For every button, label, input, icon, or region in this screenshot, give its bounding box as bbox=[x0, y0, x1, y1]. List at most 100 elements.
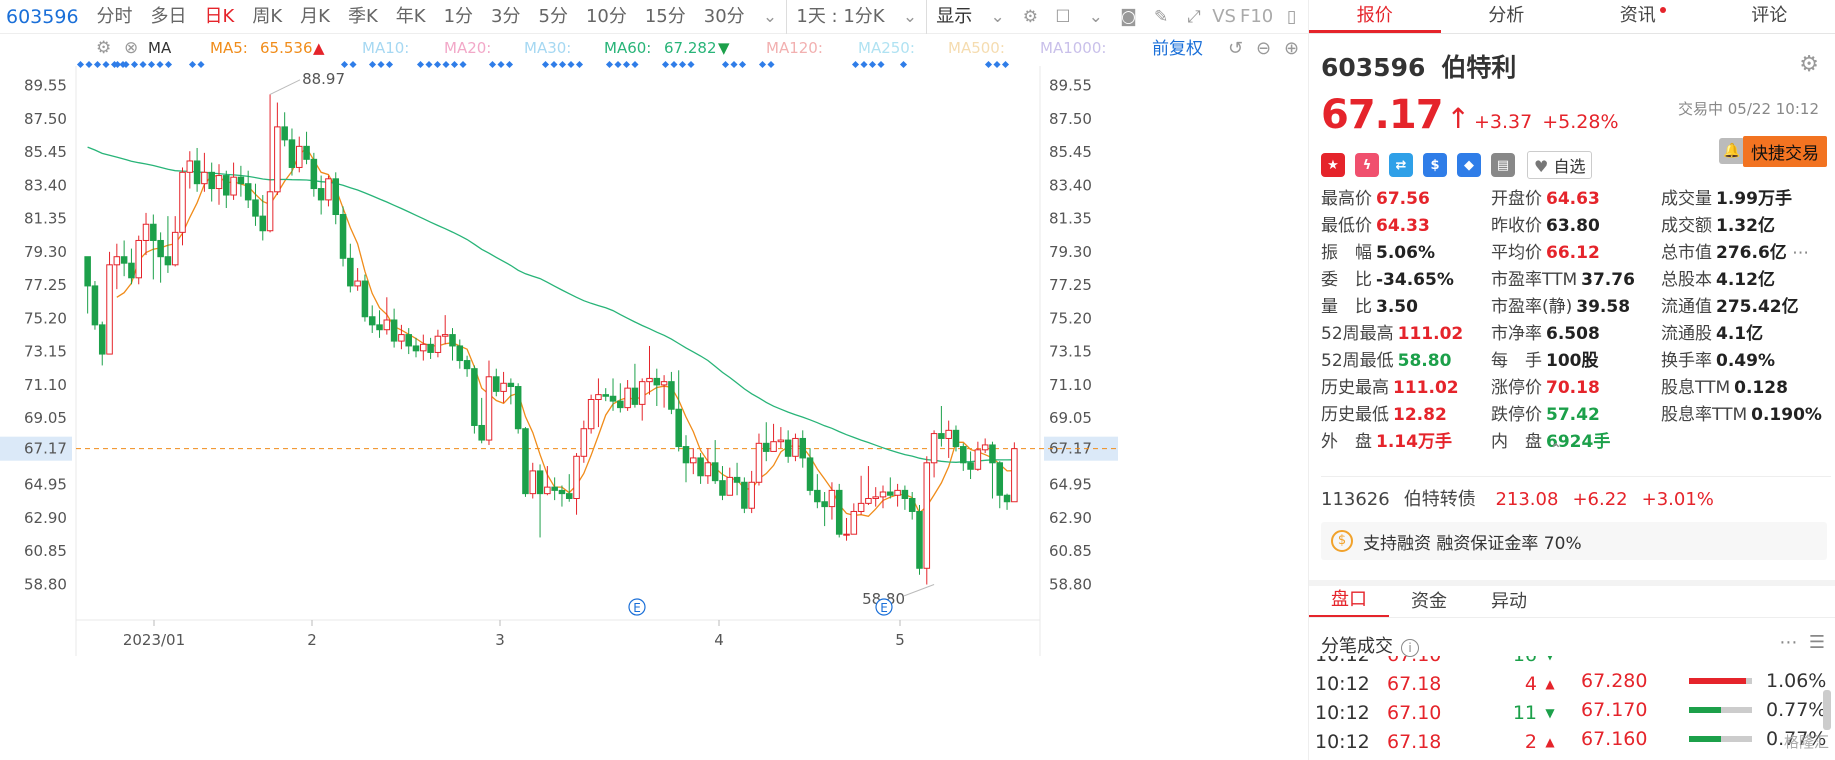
quick-trade-button[interactable]: 快捷交易 bbox=[1743, 136, 1827, 167]
chevron-down-icon[interactable]: ⌄ bbox=[1085, 6, 1106, 28]
signal-dot bbox=[433, 60, 442, 69]
stock-code[interactable]: 603596 bbox=[0, 0, 88, 34]
period-tab[interactable]: 多日 bbox=[142, 0, 196, 34]
tab-3[interactable]: 评论 bbox=[1704, 0, 1835, 33]
stat-key: 开盘价 bbox=[1491, 189, 1542, 209]
signal-dot bbox=[459, 60, 467, 69]
period-tab[interactable]: 季K bbox=[339, 0, 387, 34]
info-icon[interactable]: i bbox=[1401, 639, 1419, 657]
period-tab[interactable]: 日K bbox=[196, 0, 244, 34]
period-tab[interactable]: 30分 bbox=[695, 0, 754, 34]
signal-dot bbox=[877, 60, 885, 69]
candlestick-chart-svg[interactable]: ⚙ ⊗ MA MA5: 65.536 ▲ MA10: MA20: MA30: M… bbox=[0, 36, 1308, 760]
scrollbar[interactable] bbox=[1823, 690, 1831, 730]
signal-dot bbox=[1001, 60, 1010, 69]
chevron-down-icon[interactable]: ⌄ bbox=[760, 6, 781, 28]
period-tab[interactable]: 月K bbox=[291, 0, 339, 34]
stat-value: 67.56 bbox=[1376, 189, 1430, 209]
candle-body bbox=[938, 433, 945, 439]
signal-dot bbox=[661, 60, 670, 69]
tab-2[interactable]: 资讯 bbox=[1572, 0, 1704, 33]
period-tab[interactable]: 1分 bbox=[435, 0, 482, 34]
fq-button[interactable]: 前复权 bbox=[1152, 39, 1203, 59]
price-change-pct: +5.28% bbox=[1542, 111, 1619, 133]
signal-dot bbox=[738, 60, 747, 69]
stat-cell: 最高价 67.56 bbox=[1321, 184, 1491, 211]
down-triangle-icon: ▼ bbox=[1537, 656, 1563, 662]
candle bbox=[894, 483, 901, 507]
candle-body bbox=[843, 533, 850, 536]
candle bbox=[361, 274, 369, 322]
candle bbox=[500, 371, 507, 403]
candle bbox=[201, 152, 208, 192]
stat-cell: 最低价 64.33 bbox=[1321, 211, 1491, 238]
period-tab[interactable]: 年K bbox=[387, 0, 435, 34]
document-icon[interactable]: ▤ bbox=[1491, 153, 1515, 177]
subtab-0[interactable]: 盘口 bbox=[1309, 585, 1389, 617]
display-menu[interactable]: 显示 bbox=[926, 0, 981, 34]
candle-body bbox=[230, 176, 237, 196]
stat-key: 股息TTM bbox=[1661, 378, 1731, 398]
candle-body bbox=[682, 446, 690, 464]
period-tab[interactable]: 10分 bbox=[577, 0, 636, 34]
pencil-icon[interactable]: ✎ bbox=[1151, 6, 1172, 28]
more-icon[interactable]: ⋯ bbox=[1779, 632, 1797, 653]
tag-icon[interactable]: ◆ bbox=[1457, 153, 1481, 177]
fullscreen-icon[interactable]: ⤢ bbox=[1184, 6, 1205, 28]
candle bbox=[551, 477, 558, 501]
timeframe-select[interactable]: 1天 : 1分K bbox=[786, 0, 893, 34]
tab-0[interactable]: 报价 bbox=[1309, 0, 1441, 33]
candle bbox=[587, 394, 595, 434]
convertible-bond-row[interactable]: 113626 伯特转债 213.08 +6.22 +3.01% bbox=[1321, 476, 1831, 511]
china-flag-icon[interactable]: ★ bbox=[1321, 153, 1345, 177]
more-icon[interactable]: ⋯ bbox=[1787, 243, 1809, 263]
chevron-down-icon[interactable]: ⌄ bbox=[900, 6, 921, 28]
subtab-1[interactable]: 资金 bbox=[1389, 587, 1469, 617]
bell-icon[interactable]: 🔔 bbox=[1719, 138, 1745, 164]
kline-chart[interactable]: ⚙ ⊗ MA MA5: 65.536 ▲ MA10: MA20: MA30: M… bbox=[0, 36, 1308, 760]
high-annotation-leader bbox=[269, 79, 301, 95]
period-tab[interactable]: 3分 bbox=[482, 0, 529, 34]
candle-body bbox=[697, 457, 704, 477]
candle-body bbox=[390, 319, 398, 342]
tick-list: 10:1267.1016▼10:1267.184▲10:1267.1011▼10… bbox=[1315, 656, 1570, 760]
panel-toggle-icon[interactable]: ▯ bbox=[1281, 6, 1302, 28]
candle-body bbox=[434, 335, 442, 353]
camera-icon[interactable]: ◙ bbox=[1118, 6, 1139, 28]
candle-body bbox=[762, 442, 770, 452]
candle-body bbox=[456, 345, 464, 362]
tab-1[interactable]: 分析 bbox=[1441, 0, 1573, 33]
shuffle-icon[interactable]: ⇄ bbox=[1389, 153, 1413, 177]
candle bbox=[668, 371, 675, 415]
candle bbox=[879, 485, 887, 509]
ma120-name: MA120: bbox=[766, 39, 823, 57]
lightning-icon[interactable]: ϟ bbox=[1355, 153, 1379, 177]
checkbox-square-icon[interactable]: ☐ bbox=[1053, 6, 1074, 28]
vs-button[interactable]: VS bbox=[1210, 0, 1238, 34]
candle-body bbox=[522, 428, 529, 495]
period-tab[interactable]: 5分 bbox=[530, 0, 577, 34]
candle-body bbox=[500, 382, 507, 392]
gear-icon[interactable]: ⚙ bbox=[1020, 6, 1041, 28]
period-tab[interactable]: 15分 bbox=[636, 0, 695, 34]
candle bbox=[967, 451, 974, 480]
list-icon[interactable]: ☰ bbox=[1809, 632, 1825, 653]
watchlist-button[interactable]: ♥ 自选 bbox=[1527, 151, 1593, 179]
f10-button[interactable]: F10 bbox=[1238, 0, 1275, 34]
depth-pct: 1.06% bbox=[1766, 669, 1827, 692]
gear-icon[interactable]: ⚙ bbox=[1799, 52, 1819, 77]
candle-body bbox=[558, 489, 566, 495]
signal-dot bbox=[631, 60, 639, 69]
y-tick-label-right: 79.30 bbox=[1049, 243, 1092, 261]
candle-body bbox=[281, 126, 288, 141]
stat-key: 成交额 bbox=[1661, 216, 1712, 236]
chevron-up-icon[interactable]: ⌃ bbox=[1549, 440, 1562, 459]
chevron-down-icon[interactable]: ⌄ bbox=[987, 6, 1008, 28]
candle bbox=[325, 175, 332, 207]
subtab-2[interactable]: 异动 bbox=[1469, 587, 1549, 617]
stat-value: 275.42亿 bbox=[1716, 297, 1799, 317]
candle-body bbox=[347, 257, 354, 287]
period-tab[interactable]: 周K bbox=[243, 0, 291, 34]
dollar-icon[interactable]: $ bbox=[1423, 153, 1447, 177]
period-tab[interactable]: 分时 bbox=[88, 0, 142, 34]
